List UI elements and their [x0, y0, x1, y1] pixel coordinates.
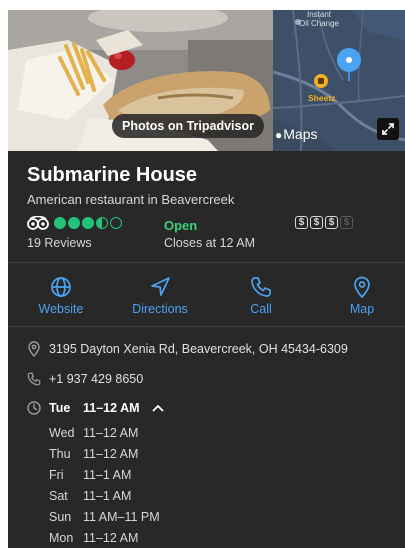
- business-name: Submarine House: [27, 164, 198, 186]
- globe-icon: [51, 277, 71, 297]
- map-label-sheetz: Sheetz: [308, 93, 336, 103]
- map-label: Map: [349, 302, 375, 316]
- chevron-up-icon[interactable]: [152, 403, 164, 413]
- expand-icon: [382, 123, 394, 135]
- rating-bubble: [110, 217, 122, 229]
- hours-day: Thu: [49, 447, 71, 461]
- today-hours: 11–12 AM: [83, 401, 140, 415]
- closing-time: Closes at 12 AM: [164, 236, 256, 250]
- divider: [8, 326, 405, 327]
- place-card: Photos on Tripadvisor Instant Oil Change…: [8, 10, 405, 548]
- call-button[interactable]: Call: [221, 272, 301, 316]
- price-symbol: $: [340, 216, 353, 229]
- media-strip: Photos on Tripadvisor Instant Oil Change…: [8, 10, 405, 151]
- hours-row-sun: Sun 11 AM–11 PM: [49, 510, 160, 524]
- hours-row-sat: Sat 11–1 AM: [49, 489, 131, 503]
- photos-on-tripadvisor-button[interactable]: Photos on Tripadvisor: [112, 114, 264, 138]
- hours-row-wed: Wed 11–12 AM: [49, 426, 138, 440]
- price-symbol: $: [325, 216, 338, 229]
- call-label: Call: [250, 302, 272, 316]
- expand-map-button[interactable]: [377, 118, 399, 140]
- restaurant-photo[interactable]: Photos on Tripadvisor: [8, 10, 273, 151]
- price-symbol: $: [310, 216, 323, 229]
- website-button[interactable]: Website: [21, 272, 101, 316]
- price-level: $ $ $ $: [295, 216, 353, 229]
- hours-time: 11–12 AM: [83, 447, 139, 461]
- today-day: Tue: [49, 401, 71, 415]
- rating-bubble: [54, 217, 66, 229]
- website-label: Website: [38, 302, 84, 316]
- hours-day: Sat: [49, 489, 68, 503]
- business-category: American restaurant in Beavercreek: [27, 192, 235, 207]
- hours-day: Sun: [49, 510, 72, 524]
- rating-bubble: [68, 217, 80, 229]
- phone-icon: [251, 277, 271, 297]
- hours-row-fri: Fri 11–1 AM: [49, 468, 131, 482]
- hours-today-row[interactable]: Tue 11–12 AM: [27, 401, 164, 415]
- hours-day: Wed: [49, 426, 75, 440]
- hours-time: 11–1 AM: [83, 468, 132, 482]
- location-pin-outline-icon: [28, 341, 40, 357]
- directions-button[interactable]: Directions: [120, 272, 200, 316]
- phone-outline-icon: [27, 372, 41, 386]
- map-label-instant-oil-change: Instant Oil Change: [298, 10, 340, 28]
- tripadvisor-icon: [27, 215, 49, 235]
- hours-time: 11 AM–11 PM: [83, 510, 160, 524]
- address-text: 3195 Dayton Xenia Rd, Beavercreek, OH 45…: [49, 342, 348, 356]
- rating-bubbles: [54, 217, 122, 229]
- location-pin-icon: [337, 48, 361, 87]
- hours-time: 11–1 AM: [83, 489, 132, 503]
- rating-bubble: [96, 217, 108, 229]
- reviews-count[interactable]: 19 Reviews: [27, 236, 92, 250]
- hours-time: 11–12 AM: [83, 531, 139, 545]
- map-button[interactable]: Map: [322, 272, 402, 316]
- directions-label: Directions: [132, 302, 188, 316]
- rating-bubble: [82, 217, 94, 229]
- hours-row-mon: Mon 11–12 AM: [49, 531, 138, 545]
- hours-row-thu: Thu 11–12 AM: [49, 447, 138, 461]
- phone-text: +1 937 429 8650: [49, 372, 144, 386]
- open-status: Open: [164, 218, 198, 233]
- hours-day: Mon: [49, 531, 74, 545]
- map-pin-icon: [354, 276, 370, 298]
- phone-row[interactable]: +1 937 429 8650: [27, 372, 143, 386]
- divider: [8, 262, 405, 263]
- hours-time: 11–12 AM: [83, 426, 139, 440]
- navigation-arrow-icon: [151, 277, 170, 296]
- address-row[interactable]: 3195 Dayton Xenia Rd, Beavercreek, OH 45…: [27, 341, 348, 357]
- hours-day: Fri: [49, 468, 64, 482]
- sheetz-poi-icon: [314, 74, 328, 88]
- map-preview[interactable]: Instant Oil Change Sheetz ●Maps: [273, 10, 405, 151]
- apple-maps-logo: ●Maps: [275, 126, 318, 142]
- clock-icon: [27, 401, 41, 415]
- price-symbol: $: [295, 216, 308, 229]
- apple-logo-icon: ●: [275, 128, 283, 142]
